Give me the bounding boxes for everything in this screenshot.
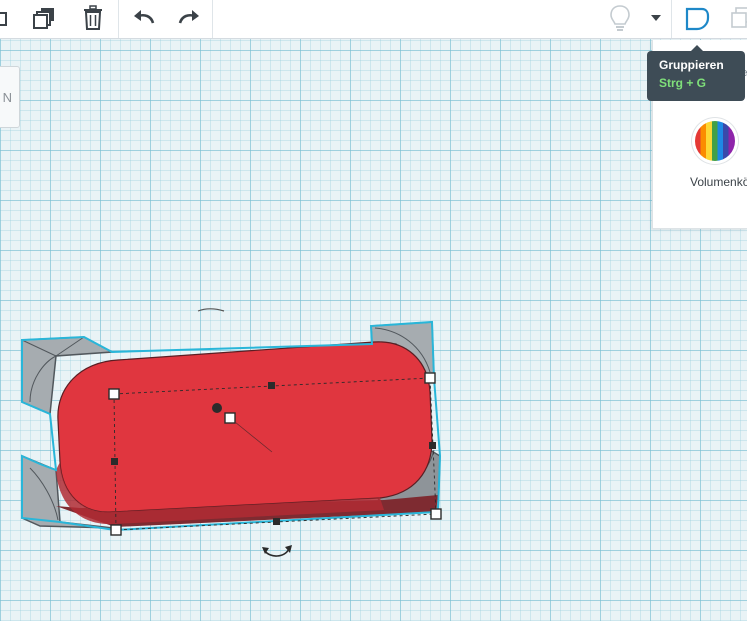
tooltip-shortcut: Strg + G — [659, 76, 707, 90]
resize-handle-left-mid[interactable] — [111, 458, 118, 465]
red-box-shape[interactable] — [57, 341, 433, 513]
resize-handle-right-mid[interactable] — [429, 442, 436, 449]
resize-handle-bottom-right[interactable] — [430, 508, 442, 520]
elevation-handle[interactable] — [224, 412, 236, 424]
resize-handle-top-right[interactable] — [424, 372, 436, 384]
resize-handle-bottom-mid[interactable] — [273, 518, 280, 525]
workplane-scene[interactable] — [0, 0, 747, 621]
rotate-arc-top[interactable] — [197, 308, 225, 312]
volume-color-label[interactable]: Volumenkö — [690, 175, 747, 189]
tooltip-title: Gruppieren — [659, 58, 724, 72]
rainbow-color-icon[interactable] — [695, 121, 735, 161]
resize-handle-top-left[interactable] — [108, 388, 120, 400]
resize-handle-top-mid[interactable] — [268, 382, 275, 389]
resize-handle-bottom-left[interactable] — [110, 524, 122, 536]
height-handle[interactable] — [212, 403, 222, 413]
rotate-arrow-icon[interactable] — [262, 545, 292, 557]
group-tooltip: Gruppieren Strg + G — [647, 45, 745, 101]
